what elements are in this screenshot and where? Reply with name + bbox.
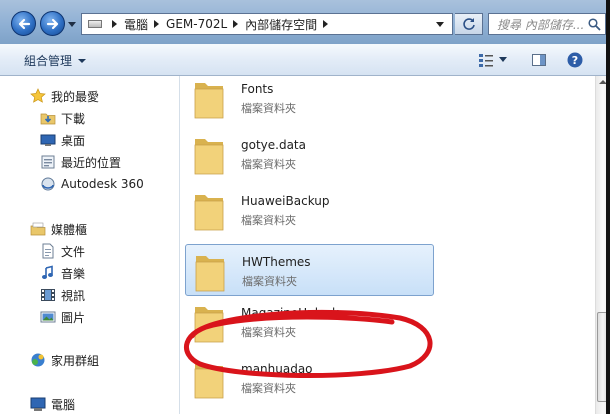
- file-name: manhuadao: [241, 362, 313, 376]
- sidebar-item-label: 我的最愛: [51, 89, 100, 104]
- window-frame-edge: [606, 0, 610, 414]
- recent-pages-dropdown[interactable]: [68, 20, 76, 28]
- music-icon: [42, 265, 53, 279]
- sidebar-item-video[interactable]: 視訊: [40, 285, 85, 305]
- sidebar-item-documents[interactable]: 文件: [40, 241, 85, 261]
- sidebar-item-pictures[interactable]: 圖片: [40, 307, 85, 327]
- sidebar-item-recent-places[interactable]: 最近的位置: [40, 152, 121, 172]
- sidebar-item-desktop[interactable]: 桌面: [40, 130, 85, 150]
- sidebar-item-label: 媒體櫃: [51, 222, 88, 237]
- sidebar-item-label: Autodesk 360: [61, 177, 144, 191]
- sidebar-item-autodesk-360[interactable]: Autodesk 360: [40, 174, 144, 194]
- file-name: HuaweiBackup: [241, 194, 330, 208]
- file-type: 檔案資料夾: [241, 214, 296, 227]
- computer-icon: [30, 397, 46, 411]
- organize-label: 組合管理: [24, 54, 73, 68]
- sidebar-item-music[interactable]: 音樂: [40, 263, 85, 283]
- window-chrome: 電腦 GEM-702L 內部儲存空間 搜尋 內部儲存...: [0, 0, 610, 44]
- desktop-icon: [40, 134, 56, 146]
- organize-menu-button[interactable]: 組合管理: [24, 52, 87, 69]
- folder-icon: [194, 83, 224, 119]
- folder-icon: [194, 195, 224, 231]
- video-icon: [41, 289, 55, 301]
- homegroup-icon: [31, 353, 45, 367]
- file-name: MagazineUnlock: [241, 306, 339, 320]
- star-icon: [30, 88, 46, 103]
- file-item[interactable]: HuaweiBackup 檔案資料夾: [185, 184, 434, 236]
- sidebar-item-libraries[interactable]: 媒體櫃: [30, 219, 87, 239]
- sidebar-item-favorites[interactable]: 我的最愛: [30, 86, 99, 106]
- file-list: Fonts 檔案資料夾 gotye.data 檔案資料夾 HuaweiBacku…: [180, 76, 610, 414]
- forward-button[interactable]: [40, 11, 65, 36]
- sidebar-item-label: 音樂: [61, 266, 86, 281]
- sidebar-item-label: 最近的位置: [61, 155, 122, 170]
- search-placeholder: 搜尋 內部儲存...: [497, 17, 585, 32]
- file-item[interactable]: manhuadao 檔案資料夾: [185, 352, 434, 404]
- file-type: 檔案資料夾: [241, 382, 296, 395]
- address-dropdown-icon[interactable]: [436, 21, 444, 27]
- address-bar[interactable]: 電腦 GEM-702L 內部儲存空間: [81, 13, 453, 35]
- cloud-icon: [41, 177, 55, 191]
- download-folder-icon: [40, 113, 56, 125]
- sidebar-item-label: 家用群組: [51, 353, 100, 368]
- back-button[interactable]: [11, 11, 36, 36]
- search-icon[interactable]: [588, 17, 601, 31]
- preview-pane-icon[interactable]: [531, 52, 547, 68]
- breadcrumb-device[interactable]: GEM-702L: [166, 17, 227, 31]
- breadcrumb-chevron-icon[interactable]: [154, 20, 160, 28]
- navigation-pane: 我的最愛 下載 桌面 最近的位置 Autodesk 360 媒體櫃 文件 音樂 …: [0, 76, 180, 414]
- sidebar-item-label: 圖片: [61, 310, 86, 325]
- file-item[interactable]: gotye.data 檔案資料夾: [185, 128, 434, 180]
- arrow-left-icon: [18, 18, 30, 29]
- view-options-icon[interactable]: [478, 52, 494, 68]
- pictures-icon: [40, 311, 56, 323]
- file-item[interactable]: MagazineUnlock 檔案資料夾: [185, 296, 434, 348]
- file-item[interactable]: Fonts 檔案資料夾: [185, 72, 434, 124]
- sidebar-item-homegroup[interactable]: 家用群組: [30, 350, 99, 370]
- sidebar-item-label: 電腦: [51, 397, 76, 412]
- refresh-icon: [462, 18, 475, 30]
- breadcrumb-computer[interactable]: 電腦: [124, 16, 148, 33]
- sidebar-item-computer[interactable]: 電腦: [30, 394, 75, 414]
- svg-text:?: ?: [572, 54, 578, 67]
- refresh-button[interactable]: [455, 13, 483, 35]
- file-type: 檔案資料夾: [241, 158, 296, 171]
- explorer-body: 我的最愛 下載 桌面 最近的位置 Autodesk 360 媒體櫃 文件 音樂 …: [0, 76, 610, 414]
- file-item-selected[interactable]: HWThemes 檔案資料夾: [185, 244, 434, 296]
- file-type: 檔案資料夾: [242, 275, 297, 288]
- arrow-right-icon: [46, 18, 58, 29]
- sidebar-item-downloads[interactable]: 下載: [40, 108, 85, 128]
- breadcrumb-chevron-icon[interactable]: [323, 20, 329, 28]
- file-type: 檔案資料夾: [241, 326, 296, 339]
- sidebar-item-label: 視訊: [61, 288, 86, 303]
- libraries-icon: [30, 222, 46, 236]
- view-dropdown-icon[interactable]: [499, 57, 507, 63]
- help-icon[interactable]: ?: [567, 52, 583, 68]
- file-name: gotye.data: [241, 138, 306, 152]
- breadcrumb-chevron-icon[interactable]: [112, 20, 117, 28]
- drive-icon: [88, 20, 102, 28]
- chevron-down-icon: [78, 58, 87, 63]
- sidebar-item-label: 下載: [61, 111, 86, 126]
- folder-icon: [195, 256, 225, 292]
- breadcrumb-internal-storage[interactable]: 內部儲存空間: [245, 16, 317, 33]
- folder-icon: [194, 307, 224, 343]
- recent-places-icon: [41, 155, 55, 169]
- sidebar-item-label: 桌面: [61, 133, 86, 148]
- folder-icon: [194, 363, 224, 399]
- file-type: 檔案資料夾: [241, 102, 296, 115]
- folder-icon: [194, 139, 224, 175]
- sidebar-item-label: 文件: [61, 244, 86, 259]
- documents-icon: [42, 243, 54, 259]
- breadcrumb-chevron-icon[interactable]: [233, 20, 239, 28]
- file-name: Fonts: [241, 82, 274, 96]
- file-name: HWThemes: [242, 255, 311, 269]
- search-input[interactable]: 搜尋 內部儲存...: [488, 13, 606, 35]
